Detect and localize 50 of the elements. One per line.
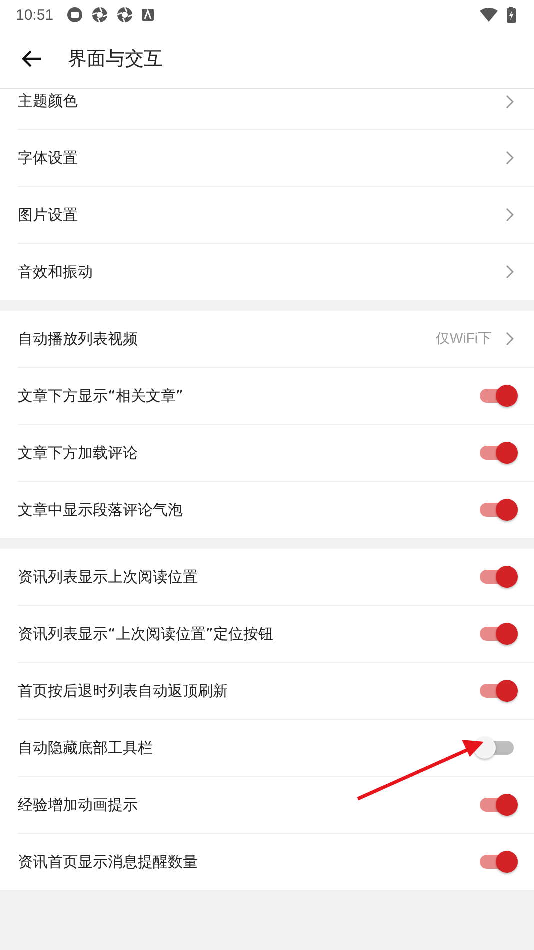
setting-label: 自动隐藏底部工具栏 — [18, 738, 154, 758]
toggle-switch[interactable] — [478, 565, 516, 589]
toggle-switch[interactable] — [478, 793, 516, 817]
chevron-right-icon — [506, 332, 514, 346]
toggle-switch[interactable] — [478, 850, 516, 874]
app-icon — [142, 9, 154, 21]
battery-icon — [507, 7, 516, 23]
settings-row[interactable]: 自动播放列表视频 仅WiFi下 — [18, 311, 534, 368]
setting-label: 主题颜色 — [18, 92, 79, 111]
setting-value: 仅WiFi下 — [436, 330, 492, 348]
settings-row[interactable]: 图片设置 — [18, 187, 534, 244]
chevron-right-icon — [506, 151, 514, 165]
settings-row[interactable]: 资讯列表显示上次阅读位置 — [18, 549, 534, 606]
chevron-right-icon — [506, 94, 514, 108]
back-arrow-icon[interactable] — [22, 50, 42, 68]
setting-label: 资讯列表显示上次阅读位置 — [18, 568, 199, 586]
toggle-switch[interactable] — [478, 679, 516, 703]
settings-row[interactable]: 字体设置 — [18, 130, 534, 187]
notification-icon — [66, 7, 83, 23]
setting-label: 资讯列表显示“上次阅读位置”定位按钮 — [18, 624, 275, 644]
wifi-icon — [480, 8, 498, 22]
setting-label: 首页按后退时列表自动返顶刷新 — [18, 682, 229, 700]
setting-label: 音效和振动 — [18, 262, 94, 282]
settings-row[interactable]: 文章下方加载评论 — [18, 425, 534, 482]
settings-row[interactable]: 文章下方显示“相关文章” — [18, 368, 534, 425]
setting-label: 文章下方加载评论 — [18, 444, 139, 462]
settings-row[interactable]: 首页按后退时列表自动返顶刷新 — [18, 663, 534, 720]
toggle-switch[interactable] — [478, 384, 516, 408]
chevron-right-icon — [506, 265, 514, 279]
toggle-switch[interactable] — [478, 622, 516, 646]
settings-row[interactable]: 资讯首页显示消息提醒数量 — [18, 834, 534, 890]
aperture-icon — [92, 7, 108, 23]
status-time: 10:51 — [16, 6, 54, 24]
settings-row[interactable]: 资讯列表显示“上次阅读位置”定位按钮 — [18, 606, 534, 663]
settings-row[interactable]: 经验增加动画提示 — [18, 777, 534, 834]
aperture-icon — [116, 7, 133, 23]
toggle-switch[interactable] — [478, 441, 516, 465]
setting-label: 自动播放列表视频 — [18, 330, 139, 348]
setting-label: 字体设置 — [18, 148, 79, 168]
setting-label: 图片设置 — [18, 206, 79, 224]
setting-label: 文章中显示段落评论气泡 — [18, 500, 184, 520]
setting-label: 经验增加动画提示 — [18, 796, 139, 814]
setting-label: 文章下方显示“相关文章” — [18, 386, 185, 406]
settings-row[interactable]: 文章中显示段落评论气泡 — [18, 482, 534, 538]
chevron-right-icon — [506, 208, 514, 222]
settings-row[interactable]: 主题颜色 — [18, 89, 534, 130]
settings-row[interactable]: 音效和振动 — [18, 244, 534, 300]
toggle-switch[interactable] — [478, 498, 516, 522]
setting-label: 资讯首页显示消息提醒数量 — [18, 852, 199, 872]
page-title: 界面与交互 — [68, 47, 163, 72]
